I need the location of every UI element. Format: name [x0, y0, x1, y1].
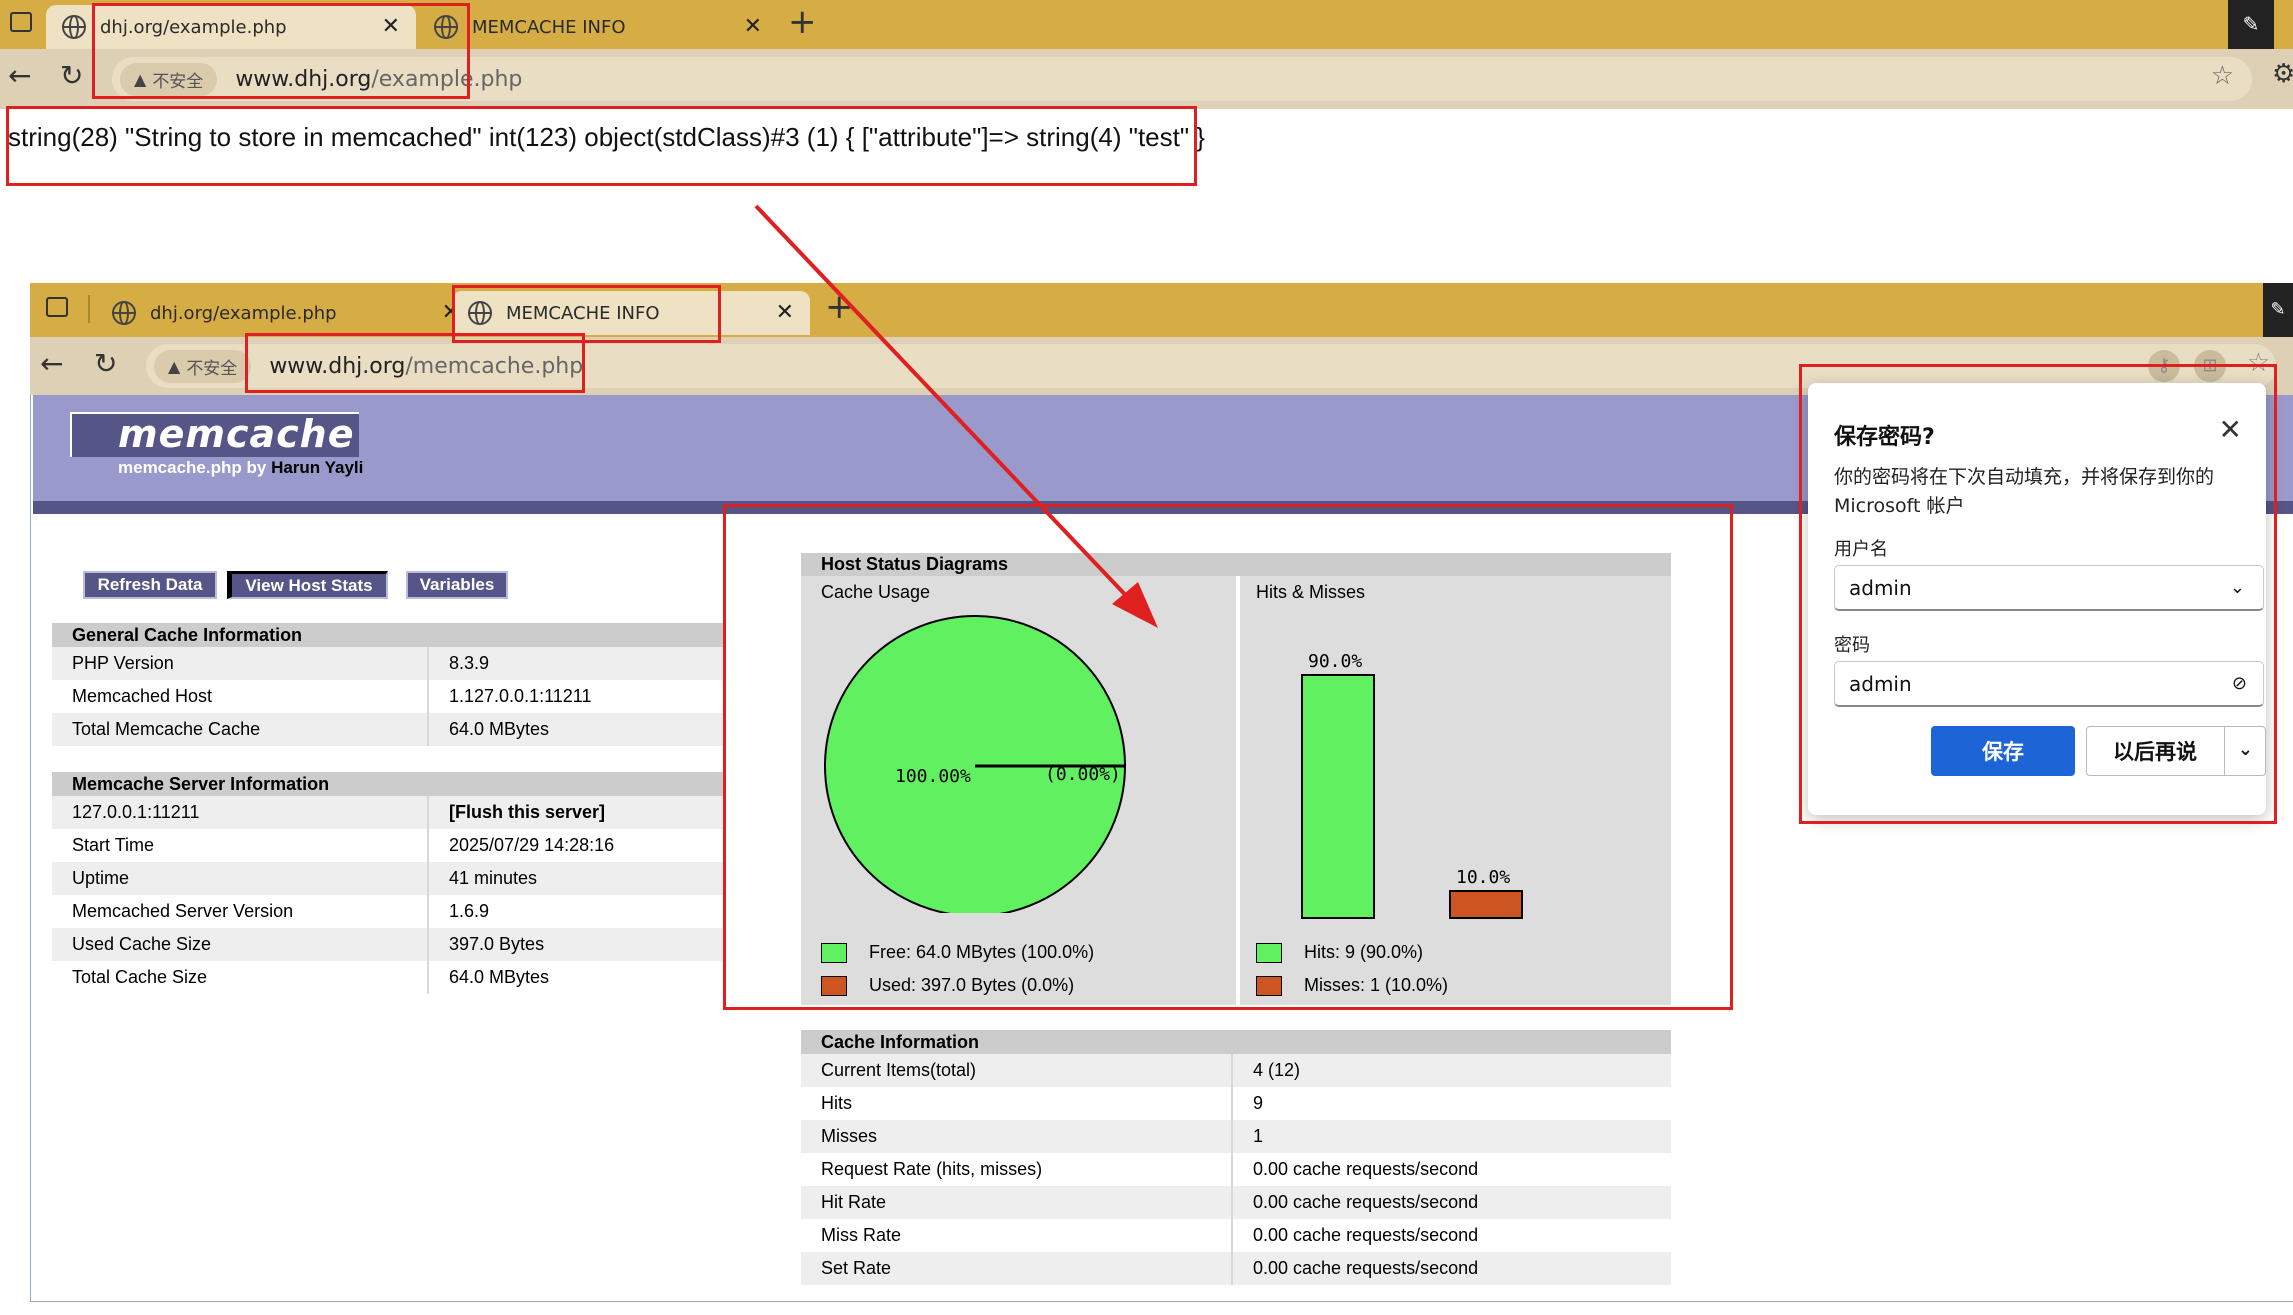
tab-example-php[interactable]: dhj.org/example.php ✕ [96, 291, 476, 335]
close-tab-icon[interactable]: ✕ [744, 14, 762, 39]
table-row: Hit Rate 0.00 cache requests/second [801, 1186, 1671, 1219]
variables-button[interactable]: Variables [406, 571, 508, 599]
annotation-box-diagrams [723, 504, 1733, 1010]
table-row: Uptime 41 minutes [52, 862, 724, 895]
reload-icon[interactable]: ↻ [60, 59, 83, 92]
memcache-subtitle: memcache.php by Harun Yayli [118, 458, 364, 477]
new-tab-button[interactable]: + [825, 287, 854, 327]
annotation-box-output [6, 106, 1197, 186]
annotation-box-popup [1799, 364, 2277, 824]
warning-icon: ▲ [168, 356, 181, 376]
table-row: PHP Version 8.3.9 [52, 647, 724, 680]
view-host-stats-button[interactable]: View Host Stats [227, 571, 388, 599]
table-row: Memcached Host 1.127.0.0.1:11211 [52, 680, 724, 713]
memcache-logo: memcache [70, 412, 359, 457]
profile-icon[interactable]: ✎ [2263, 283, 2293, 337]
table-row: Miss Rate 0.00 cache requests/second [801, 1219, 1671, 1252]
table-row: Start Time 2025/07/29 14:28:16 [52, 829, 724, 862]
table-row: 127.0.0.1:11211 [Flush this server] [52, 796, 724, 829]
table-row: Current Items(total) 4 (12) [801, 1054, 1671, 1087]
table-row: Total Cache Size 64.0 MBytes [52, 961, 724, 994]
table-title: General Cache Information [52, 623, 724, 647]
table-row: Memcached Server Version 1.6.9 [52, 895, 724, 928]
globe-icon [62, 15, 86, 39]
tab-label: dhj.org/example.php [150, 302, 337, 324]
annotation-box-url2 [245, 333, 585, 393]
table-title: Cache Information [801, 1030, 1671, 1054]
profile-icon[interactable]: ✎ [2228, 0, 2274, 49]
table-row: Hits 9 [801, 1087, 1671, 1120]
table-title: Memcache Server Information [52, 772, 724, 796]
tab-actions-icon[interactable] [46, 297, 68, 317]
server-info-table: Memcache Server Information 127.0.0.1:11… [52, 772, 724, 994]
flush-server-link[interactable]: [Flush this server] [429, 796, 724, 829]
table-row: Total Memcache Cache 64.0 MBytes [52, 713, 724, 746]
second-tab-bar: dhj.org/example.php ✕ MEMCACHE INFO ✕ + … [30, 283, 2293, 337]
settings-gear-icon[interactable]: ⚙ [2272, 59, 2293, 89]
cache-info-table: Cache Information Current Items(total) 4 … [801, 1030, 1671, 1285]
globe-icon [112, 301, 136, 325]
not-secure-badge[interactable]: ▲ 不安全 [154, 349, 252, 383]
favorite-star-icon[interactable]: ☆ [2211, 61, 2234, 91]
tab-memcache-info[interactable]: MEMCACHE INFO ✕ [418, 5, 778, 49]
tab-separator [88, 295, 90, 323]
table-row: Set Rate 0.00 cache requests/second [801, 1252, 1671, 1285]
annotation-box-tab [92, 3, 470, 99]
back-icon[interactable]: ← [40, 347, 63, 380]
back-icon[interactable]: ← [8, 59, 31, 92]
general-cache-table: General Cache Information PHP Version 8.3… [52, 623, 724, 746]
new-tab-button[interactable]: + [788, 2, 817, 42]
table-row: Used Cache Size 397.0 Bytes [52, 928, 724, 961]
tab-label: MEMCACHE INFO [472, 16, 626, 38]
tab-actions-icon[interactable] [10, 12, 32, 32]
reload-icon[interactable]: ↻ [94, 347, 117, 380]
close-tab-icon[interactable]: ✕ [776, 300, 794, 325]
refresh-data-button[interactable]: Refresh Data [83, 571, 217, 599]
table-row: Misses 1 [801, 1120, 1671, 1153]
table-row: Request Rate (hits, misses) 0.00 cache re… [801, 1153, 1671, 1186]
